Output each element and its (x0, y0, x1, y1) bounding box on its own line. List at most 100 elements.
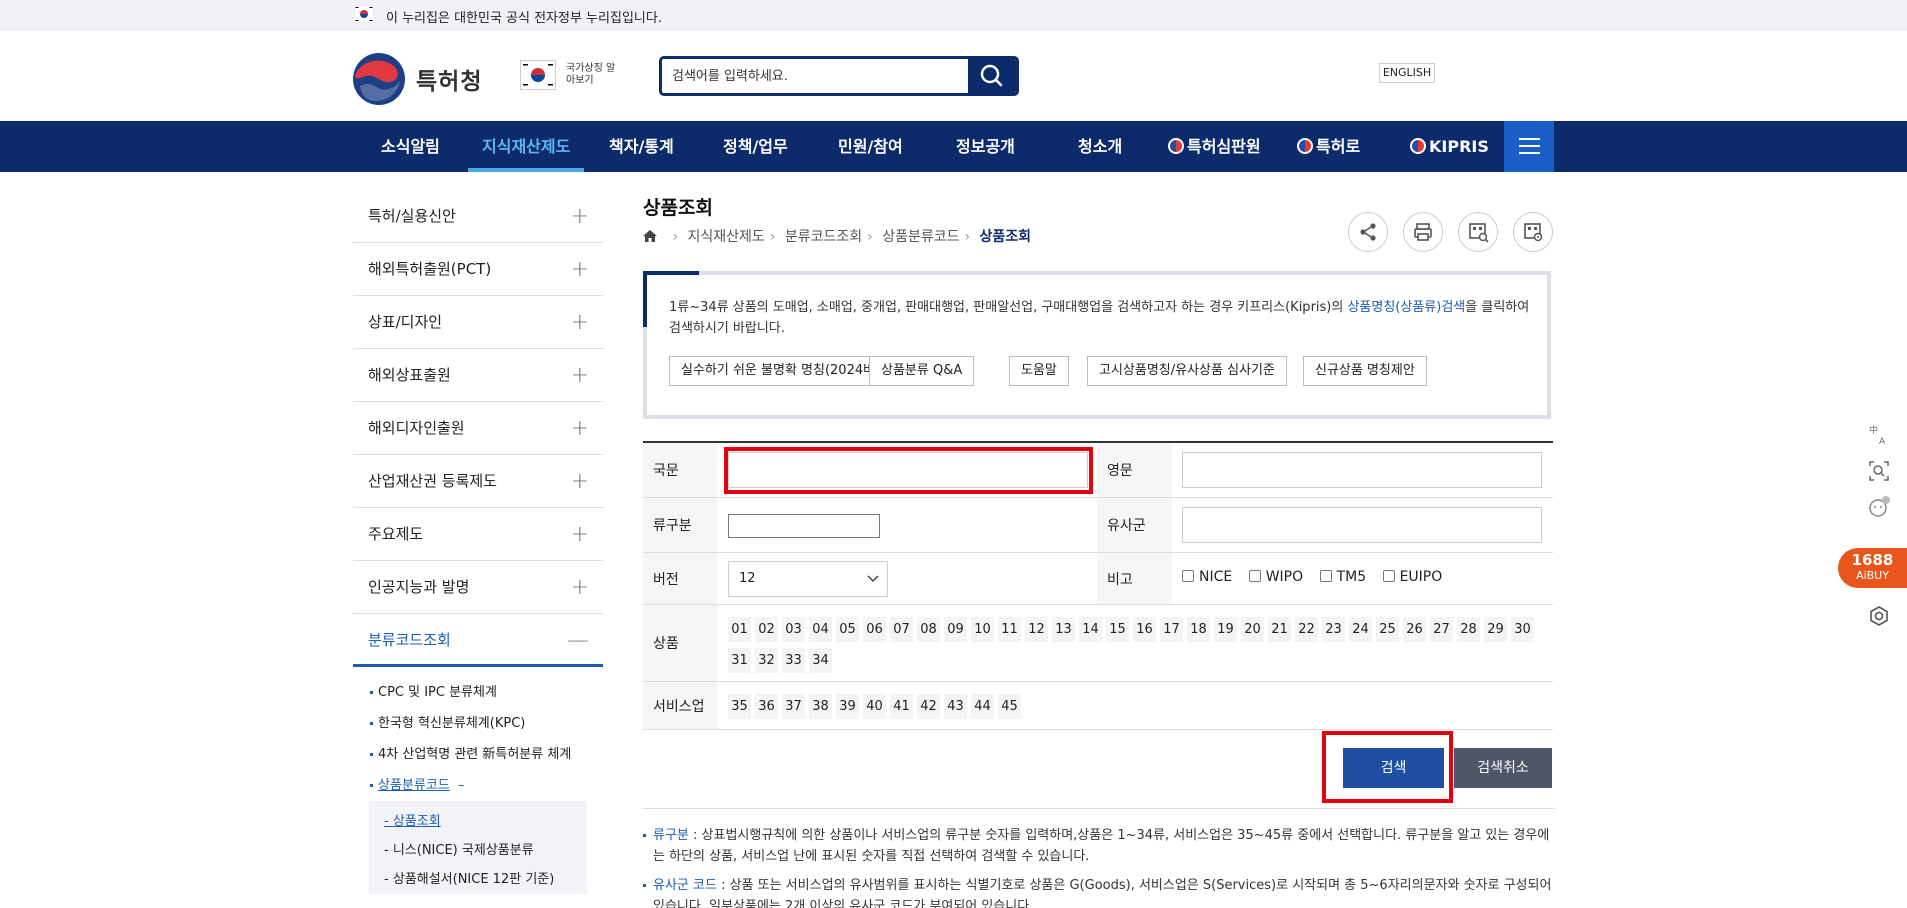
gnb-ipt[interactable]: 특허심판원 (1168, 121, 1261, 172)
class-code-chip[interactable]: 18 (1187, 617, 1210, 642)
class-code-chip[interactable]: 06 (863, 617, 886, 642)
class-code-chip[interactable]: 40 (863, 694, 886, 719)
class-code-chip[interactable]: 37 (782, 694, 805, 719)
similar-group-input[interactable] (1182, 507, 1542, 543)
instagram-icon[interactable]: ◎ (1488, 63, 1507, 82)
class-code-chip[interactable]: 23 (1322, 617, 1345, 642)
lnb-sub-item[interactable]: CPC 및 IPC 분류체계 (353, 677, 603, 708)
class-code-chip[interactable]: 29 (1484, 617, 1507, 642)
x-icon[interactable]: 𝕏 (1532, 63, 1551, 82)
class-code-chip[interactable]: 31 (728, 648, 751, 673)
class-code-chip[interactable]: 26 (1403, 617, 1426, 642)
class-code-chip[interactable]: 12 (1025, 617, 1048, 642)
class-code-chip[interactable]: 38 (809, 694, 832, 719)
gnb-news[interactable]: 소식알림 (381, 121, 440, 172)
gnb-about[interactable]: 청소개 (1078, 121, 1122, 172)
lnb-sub-item[interactable]: 4차 산업혁명 관련 新특허분류 체계 (353, 739, 603, 770)
lnb-item[interactable]: 산업재산권 등록제도 + (353, 455, 603, 508)
settings-icon[interactable] (1866, 604, 1892, 630)
lnb-sub3-item-current[interactable]: - 상품조회 (369, 807, 587, 836)
lnb-item[interactable]: 해외특허출원(PCT) + (353, 243, 603, 296)
class-code-chip[interactable]: 14 (1079, 617, 1102, 642)
class-code-chip[interactable]: 27 (1430, 617, 1453, 642)
lnb-item[interactable]: 상표/디자인 + (353, 296, 603, 349)
lnb-item[interactable]: 해외상표출원 + (353, 349, 603, 402)
class-code-chip[interactable]: 33 (782, 648, 805, 673)
checkbox-wipo[interactable] (1248, 570, 1261, 582)
class-code-chip[interactable]: 02 (755, 617, 778, 642)
hamburger-menu-icon[interactable] (1504, 121, 1554, 172)
breadcrumb-item[interactable]: 상품분류코드 (882, 229, 959, 245)
blog-icon[interactable]: b (1510, 63, 1529, 82)
kipris-goods-link[interactable]: 상품명칭(상품류)검색 (1347, 300, 1465, 315)
translate-icon[interactable]: 中A (1866, 422, 1892, 448)
checkbox-nice[interactable] (1182, 570, 1194, 582)
lnb-sub-item-current[interactable]: 상품분류코드 – (353, 770, 603, 801)
lnb-sub3-item[interactable]: - 니스(NICE) 국제상품분류 (369, 836, 587, 865)
class-code-chip[interactable]: 25 (1376, 617, 1399, 642)
gnb-kipris[interactable]: KIPRIS (1410, 121, 1489, 172)
youtube-icon[interactable]: ▶ (1444, 63, 1463, 82)
search-cancel-button[interactable]: 검색취소 (1454, 748, 1552, 788)
search-input[interactable] (662, 59, 972, 93)
lnb-item[interactable]: 주요제도 + (353, 508, 603, 561)
class-code-chip[interactable]: 04 (809, 617, 832, 642)
breadcrumb-item[interactable]: 지식재산제도 (688, 229, 765, 245)
class-code-chip[interactable]: 05 (836, 617, 859, 642)
print-button[interactable] (1403, 212, 1443, 252)
class-code-chip[interactable]: 42 (917, 694, 940, 719)
lnb-item[interactable]: 해외디자인출원 + (353, 402, 603, 455)
class-code-chip[interactable]: 17 (1160, 617, 1183, 642)
english-link[interactable]: ENGLISH (1379, 63, 1435, 83)
class-code-chip[interactable]: 15 (1106, 617, 1129, 642)
class-code-chip[interactable]: 43 (944, 694, 967, 719)
lnb-item[interactable]: 특허/실용신안 + (353, 190, 603, 243)
class-code-chip[interactable]: 01 (728, 617, 751, 642)
national-symbol-link[interactable]: 국가상징 알아보기 (566, 63, 616, 87)
class-code-chip[interactable]: 34 (809, 648, 832, 673)
class-code-chip[interactable]: 03 (782, 617, 805, 642)
notice-button[interactable]: 도움말 (1009, 356, 1069, 386)
ai-assistant-icon[interactable] (1866, 494, 1892, 520)
class-code-chip[interactable]: 09 (944, 617, 967, 642)
gnb-policy[interactable]: 정책/업무 (723, 121, 788, 172)
national-symbol-icon[interactable] (520, 60, 556, 90)
gnb-ip-system[interactable]: 지식재산제도 (467, 121, 585, 172)
notice-button[interactable]: 상품분류 Q&A (869, 356, 975, 386)
breadcrumb-item[interactable]: 분류코드조회 (785, 229, 862, 245)
class-code-chip[interactable]: 16 (1133, 617, 1156, 642)
class-code-chip[interactable]: 30 (1511, 617, 1534, 642)
class-code-chip[interactable]: 22 (1295, 617, 1318, 642)
aibuy-badge[interactable]: 1688 AiBUY (1838, 548, 1907, 588)
class-code-chip[interactable]: 32 (755, 648, 778, 673)
checkbox-euipo[interactable] (1382, 570, 1395, 582)
notice-button[interactable]: 신규상품 명칭제안 (1303, 356, 1427, 386)
class-code-chip[interactable]: 07 (890, 617, 913, 642)
class-code-chip[interactable]: 08 (917, 617, 940, 642)
gnb-patentro[interactable]: 특허로 (1297, 121, 1360, 172)
share-button[interactable] (1348, 212, 1388, 252)
english-name-input[interactable] (1182, 452, 1542, 488)
lnb-item-classification[interactable]: 분류코드조회 — (353, 614, 603, 667)
lnb-item[interactable]: 인공지능과 발명 + (353, 561, 603, 614)
logo-text[interactable]: 특허청 (416, 62, 482, 96)
lnb-sub3-item[interactable]: - 상품해설서(NICE 12판 기준) (369, 865, 587, 894)
class-code-chip[interactable]: 19 (1214, 617, 1237, 642)
class-input[interactable] (728, 514, 880, 538)
class-code-chip[interactable]: 44 (971, 694, 994, 719)
class-code-chip[interactable]: 28 (1457, 617, 1480, 642)
class-code-chip[interactable]: 20 (1241, 617, 1264, 642)
screen-search-icon[interactable] (1866, 458, 1892, 484)
class-code-chip[interactable]: 13 (1052, 617, 1075, 642)
qr-settings-button[interactable] (1513, 212, 1553, 252)
lnb-sub-item[interactable]: 한국형 혁신분류체계(KPC) (353, 708, 603, 739)
facebook-icon[interactable]: f (1466, 63, 1485, 82)
class-code-chip[interactable]: 21 (1268, 617, 1291, 642)
notice-button[interactable]: 고시상품명칭/유사상품 심사기준 (1087, 356, 1287, 386)
gnb-disclosure[interactable]: 정보공개 (956, 121, 1015, 172)
gnb-civil[interactable]: 민원/참여 (838, 121, 903, 172)
search-button[interactable] (968, 59, 1016, 93)
class-code-chip[interactable]: 35 (728, 694, 751, 719)
class-code-chip[interactable]: 11 (998, 617, 1021, 642)
qr-zoom-button[interactable] (1458, 212, 1498, 252)
